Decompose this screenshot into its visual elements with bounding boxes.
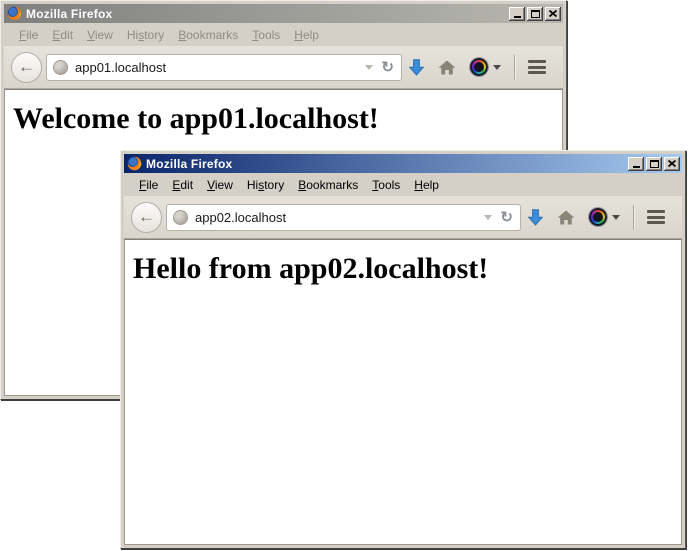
url-bar[interactable]: app02.localhost ↻	[166, 204, 521, 231]
minimize-icon	[514, 16, 521, 18]
desktop: Mozilla Firefox File Edit View History B…	[0, 0, 688, 551]
toolbar-separator	[633, 205, 634, 230]
reload-button[interactable]: ↻	[500, 210, 513, 225]
close-button[interactable]	[545, 7, 561, 21]
menu-tools[interactable]: Tools	[245, 25, 287, 45]
site-identity-globe-icon[interactable]	[173, 210, 188, 225]
page-content: Hello from app02.localhost!	[124, 239, 682, 545]
menu-bar: File Edit View History Bookmarks Tools H…	[4, 23, 563, 46]
back-icon: ←	[138, 208, 155, 225]
menu-view[interactable]: View	[200, 175, 240, 195]
hamburger-icon	[647, 210, 665, 224]
toolbar-separator	[514, 55, 515, 80]
maximize-icon	[531, 10, 540, 18]
hamburger-icon	[528, 60, 546, 74]
home-button[interactable]	[431, 52, 463, 82]
site-identity-globe-icon[interactable]	[53, 60, 68, 75]
maximize-button[interactable]	[646, 157, 662, 171]
minimize-icon	[633, 166, 640, 168]
menu-history[interactable]: History	[240, 175, 291, 195]
menu-file[interactable]: File	[132, 175, 165, 195]
resize-grip[interactable]	[675, 538, 678, 541]
maximize-button[interactable]	[527, 7, 543, 21]
browser-window-app02: Mozilla Firefox File Edit View History B…	[120, 150, 686, 549]
download-arrow-icon	[409, 59, 424, 76]
firefox-logo-icon	[7, 6, 22, 21]
menu-help[interactable]: Help	[407, 175, 446, 195]
menu-view[interactable]: View	[80, 25, 120, 45]
menu-bookmarks[interactable]: Bookmarks	[291, 175, 365, 195]
chevron-down-icon	[493, 65, 501, 70]
chevron-down-icon	[612, 215, 620, 220]
firefox-logo-icon	[127, 156, 142, 171]
menu-help[interactable]: Help	[287, 25, 326, 45]
window-title: Mozilla Firefox	[146, 157, 628, 171]
minimize-button[interactable]	[509, 7, 525, 21]
close-button[interactable]	[664, 157, 680, 171]
menu-button[interactable]	[640, 202, 672, 232]
home-icon	[557, 210, 575, 225]
addon-color-wheel-icon	[589, 208, 607, 226]
maximize-icon	[650, 160, 659, 168]
home-icon	[438, 60, 456, 75]
close-icon	[549, 10, 557, 17]
back-icon: ←	[18, 58, 35, 75]
downloads-button[interactable]	[402, 52, 431, 82]
back-button[interactable]: ←	[11, 52, 42, 83]
url-text[interactable]: app01.localhost	[75, 60, 361, 75]
minimize-button[interactable]	[628, 157, 644, 171]
menu-history[interactable]: History	[120, 25, 171, 45]
menu-edit[interactable]: Edit	[45, 25, 80, 45]
title-bar[interactable]: Mozilla Firefox	[4, 4, 563, 23]
downloads-button[interactable]	[521, 202, 550, 232]
navigation-toolbar: ← app01.localhost ↻	[4, 46, 563, 89]
back-button[interactable]: ←	[131, 202, 162, 233]
page-heading: Hello from app02.localhost!	[133, 252, 681, 286]
close-icon	[668, 160, 676, 167]
navigation-toolbar: ← app02.localhost ↻	[124, 196, 682, 239]
download-arrow-icon	[528, 209, 543, 226]
window-title: Mozilla Firefox	[26, 7, 509, 21]
url-text[interactable]: app02.localhost	[195, 210, 480, 225]
addon-color-wheel-icon	[470, 58, 488, 76]
urlbar-dropdown-icon[interactable]	[484, 215, 492, 220]
addon-button[interactable]	[582, 202, 627, 232]
menu-bar: File Edit View History Bookmarks Tools H…	[124, 173, 682, 196]
menu-button[interactable]	[521, 52, 553, 82]
window-controls	[509, 7, 561, 21]
menu-edit[interactable]: Edit	[165, 175, 200, 195]
url-bar[interactable]: app01.localhost ↻	[46, 54, 402, 81]
window-controls	[628, 157, 680, 171]
addon-button[interactable]	[463, 52, 508, 82]
urlbar-dropdown-icon[interactable]	[365, 65, 373, 70]
menu-tools[interactable]: Tools	[365, 175, 407, 195]
menu-file[interactable]: File	[12, 25, 45, 45]
page-heading: Welcome to app01.localhost!	[13, 102, 562, 136]
menu-bookmarks[interactable]: Bookmarks	[171, 25, 245, 45]
home-button[interactable]	[550, 202, 582, 232]
title-bar[interactable]: Mozilla Firefox	[124, 154, 682, 173]
reload-button[interactable]: ↻	[381, 60, 394, 75]
